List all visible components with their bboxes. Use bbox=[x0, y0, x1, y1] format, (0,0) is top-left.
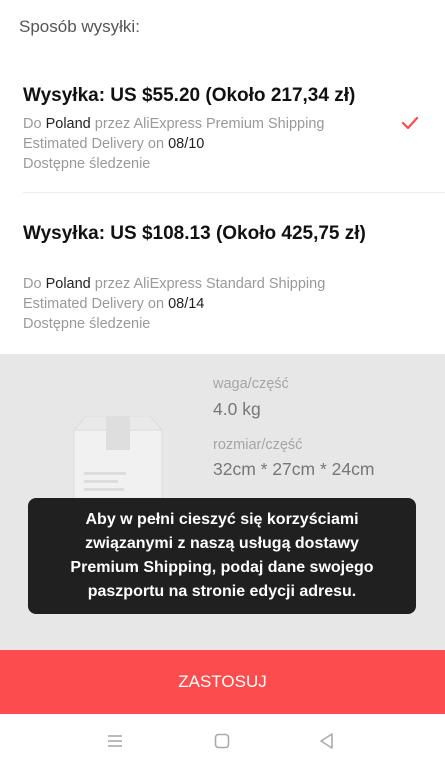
size-value: 32cm * 27cm * 24cm bbox=[213, 459, 375, 479]
estimated-delivery: Estimated Delivery on 08/10 bbox=[23, 134, 204, 154]
weight-value: 4.0 kg bbox=[213, 399, 261, 419]
shipping-option-title: Wysyłka: US $108.13 (Około 425,75 zł) bbox=[23, 223, 366, 244]
delivery-label: Estimated Delivery on bbox=[23, 136, 165, 152]
size-label: rozmiar/część bbox=[213, 437, 303, 453]
delivery-date: 08/10 bbox=[168, 136, 205, 152]
delivery-date: 08/14 bbox=[168, 296, 205, 312]
estimated-delivery: Estimated Delivery on 08/14 bbox=[23, 294, 204, 314]
shipping-option-title: Wysyłka: US $55.20 (Około 217,34 zł) bbox=[23, 85, 356, 106]
system-nav-bar bbox=[0, 714, 445, 768]
shipping-option-standard[interactable]: Wysyłka: US $108.13 (Około 425,75 zł) Do… bbox=[0, 218, 445, 348]
back-icon[interactable] bbox=[318, 732, 336, 750]
apply-button[interactable]: ZASTOSUJ bbox=[0, 650, 445, 714]
passport-info-toast: Aby w pełni cieszyć się korzyściami zwią… bbox=[28, 498, 416, 614]
shipping-route: Do Poland przez AliExpress Standard Ship… bbox=[23, 274, 325, 294]
delivery-label: Estimated Delivery on bbox=[23, 296, 165, 312]
page-title: Sposób wysyłki: bbox=[19, 17, 140, 36]
shipping-method: przez AliExpress Premium Shipping bbox=[94, 116, 325, 132]
destination-country: Poland bbox=[45, 116, 91, 132]
shipping-route: Do Poland przez AliExpress Premium Shipp… bbox=[23, 114, 324, 134]
menu-icon[interactable] bbox=[106, 732, 124, 750]
package-box-icon bbox=[72, 416, 164, 508]
tracking-info: Dostępne śledzenie bbox=[23, 156, 151, 172]
to-prefix: Do bbox=[23, 116, 42, 132]
shipping-method: przez AliExpress Standard Shipping bbox=[94, 276, 326, 292]
divider bbox=[23, 192, 445, 193]
checkmark-icon bbox=[401, 116, 419, 130]
weight-label: waga/część bbox=[213, 376, 289, 392]
home-icon[interactable] bbox=[213, 732, 231, 750]
to-prefix: Do bbox=[23, 276, 42, 292]
shipping-option-premium[interactable]: Wysyłka: US $55.20 (Około 217,34 zł) Do … bbox=[0, 80, 445, 192]
toast-message: Aby w pełni cieszyć się korzyściami zwią… bbox=[70, 511, 374, 600]
tracking-info: Dostępne śledzenie bbox=[23, 316, 151, 332]
destination-country: Poland bbox=[45, 276, 91, 292]
